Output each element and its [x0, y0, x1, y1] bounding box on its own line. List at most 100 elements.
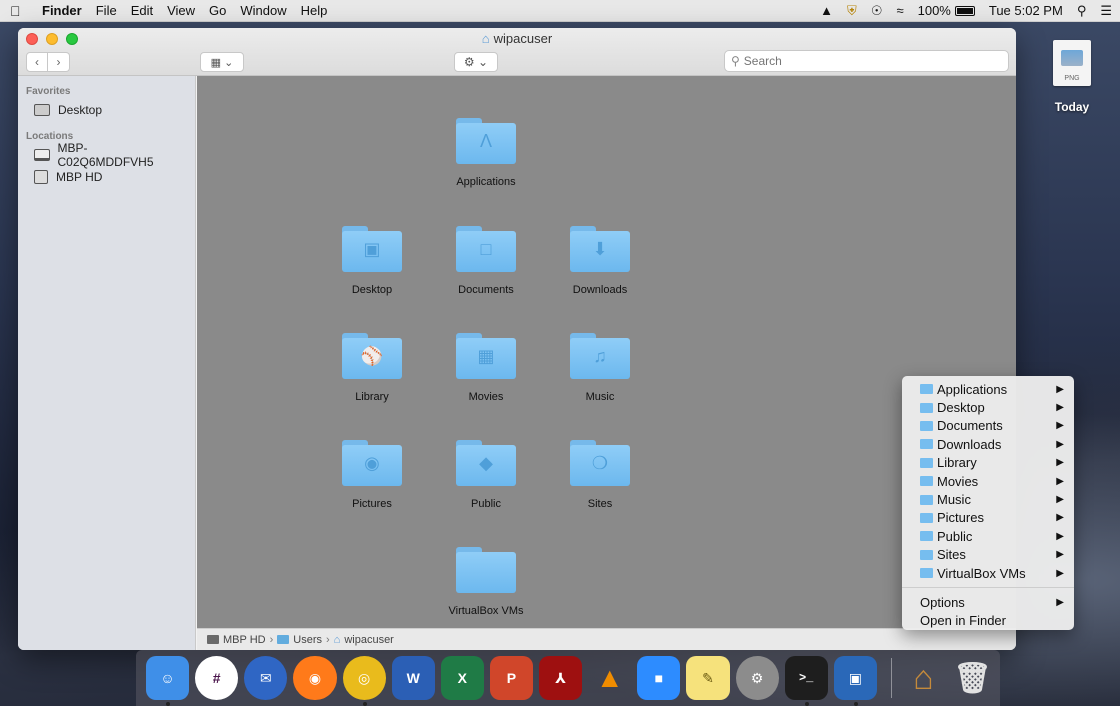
menu-edit[interactable]: Edit — [131, 3, 153, 18]
downloads-icon: ⬇ — [592, 239, 608, 259]
sidebar-item-desktop[interactable]: Desktop — [18, 99, 195, 121]
folder-icon — [920, 420, 933, 431]
dock-thunderbird-icon[interactable]: ✉ — [244, 656, 288, 700]
notification-center-icon[interactable]: ☰ — [1100, 3, 1112, 19]
dock-system-preferences-icon[interactable]: ⚙ — [735, 656, 779, 700]
home-folder-icon: ⌂ — [481, 31, 490, 46]
path-item-wipacuser[interactable]: wipacuser — [344, 634, 394, 646]
menu-item-music[interactable]: Music ▶ — [902, 490, 1074, 508]
menu-app-name[interactable]: Finder — [42, 3, 82, 18]
finder-window: ⌂ wipacuser ‹ › ▦ ⌄ ⚙ ⌄ ⚲ Favorites Deskt… — [18, 28, 1016, 650]
folder-desktop[interactable]: ▣ Desktop — [317, 226, 427, 296]
forward-button[interactable]: › — [48, 52, 70, 72]
submenu-arrow-icon: ▶ — [1056, 530, 1064, 542]
folder-icon — [920, 402, 933, 413]
apple-menu-icon[interactable]:  — [10, 3, 28, 19]
folder-pictures[interactable]: ◉ Pictures — [317, 440, 427, 510]
music-icon: ♫ — [593, 346, 607, 366]
search-field[interactable]: ⚲ — [724, 50, 1009, 72]
file-ext: PNG — [1064, 75, 1080, 82]
search-icon: ⚲ — [731, 54, 740, 68]
action-menu-button[interactable]: ⚙ ⌄ — [454, 52, 498, 72]
dock-powerpoint-icon[interactable]: P — [489, 656, 533, 700]
menu-item-virtualbox-vms[interactable]: VirtualBox VMs ▶ — [902, 564, 1074, 582]
dock-virtualbox-icon[interactable]: ▣ — [833, 656, 877, 706]
menu-item-applications[interactable]: Applications ▶ — [902, 380, 1074, 398]
hard-disk-icon — [207, 635, 219, 644]
menu-item-sites[interactable]: Sites ▶ — [902, 546, 1074, 564]
folder-public[interactable]: ◆ Public — [431, 440, 541, 510]
menu-help[interactable]: Help — [301, 3, 328, 18]
shield-icon[interactable]: ⛨ — [847, 3, 857, 19]
flame-icon[interactable]: ▲ — [820, 3, 833, 18]
submenu-arrow-icon: ▶ — [1056, 549, 1064, 561]
battery-status[interactable]: 100% — [918, 3, 975, 18]
gear-icon: ⚙ — [463, 55, 475, 69]
dock-chrome-icon[interactable]: ◎ — [342, 656, 386, 706]
menu-go[interactable]: Go — [209, 3, 226, 18]
submenu-arrow-icon: ▶ — [1056, 512, 1064, 524]
folder-virtualbox-vms[interactable]: VirtualBox VMs — [431, 547, 541, 617]
folder-library[interactable]: ⚾ Library — [317, 333, 427, 403]
menu-item-open-in-finder[interactable]: Open in Finder — [902, 612, 1074, 630]
menu-clock[interactable]: Tue 5:02 PM — [989, 3, 1063, 18]
menu-item-downloads[interactable]: Downloads ▶ — [902, 435, 1074, 453]
back-button[interactable]: ‹ — [26, 52, 48, 72]
laptop-icon — [34, 149, 50, 161]
dock-firefox-icon[interactable]: ◉ — [293, 656, 337, 700]
menu-window[interactable]: Window — [240, 3, 286, 18]
dock-folder-menu: Applications ▶ Desktop ▶ Documents ▶ Downlo… — [902, 376, 1074, 630]
dock-stickies-icon[interactable]: ✎ — [686, 656, 730, 700]
menu-item-public[interactable]: Public ▶ — [902, 527, 1074, 545]
public-icon: ◆ — [479, 453, 493, 473]
folder-music[interactable]: ♫ Music — [545, 333, 655, 403]
sidebar-item-mbp-hd[interactable]: MBP HD — [18, 166, 195, 188]
grid-view-icon: ▦ — [210, 56, 222, 69]
path-item-mbp-hd[interactable]: MBP HD — [223, 634, 266, 646]
spotlight-search-icon[interactable]: ⚲ — [1077, 3, 1087, 19]
spiral-icon[interactable]: ☉ — [871, 3, 883, 19]
dock-trash-icon[interactable]: 🗑 — [951, 656, 994, 700]
menu-item-movies[interactable]: Movies ▶ — [902, 472, 1074, 490]
dock-home-folder-icon[interactable]: ⌂ — [902, 656, 945, 700]
menu-item-documents[interactable]: Documents ▶ — [902, 417, 1074, 435]
folder-sites[interactable]: ❍ Sites — [545, 440, 655, 510]
menu-item-desktop[interactable]: Desktop ▶ — [902, 398, 1074, 416]
hard-disk-icon — [34, 170, 48, 184]
chevron-right-icon: › — [269, 633, 274, 646]
folder-icon — [920, 549, 933, 560]
dock-finder-icon[interactable]: ☺ — [146, 656, 190, 706]
menu-bar:  Finder File Edit View Go Window Help ▲… — [0, 0, 1120, 22]
battery-percent: 100% — [917, 3, 951, 18]
apps-icon: Λ — [479, 131, 493, 151]
sidebar-item-computer[interactable]: MBP-C02Q6MDDFVH5 — [18, 141, 195, 169]
wifi-icon[interactable]: ≈ — [896, 3, 903, 18]
folder-documents[interactable]: □ Documents — [431, 226, 541, 296]
dock-zoom-icon[interactable]: ■ — [637, 656, 681, 700]
path-item-users[interactable]: Users — [293, 634, 322, 646]
menu-file[interactable]: File — [96, 3, 117, 18]
documents-icon: □ — [480, 239, 492, 259]
dock-acrobat-icon[interactable]: ⅄ — [539, 656, 583, 700]
dock-slack-icon[interactable]: # — [195, 656, 239, 700]
dock-vlc-icon[interactable]: ▲ — [588, 656, 631, 700]
folder-movies[interactable]: ▦ Movies — [431, 333, 541, 403]
view-options-button[interactable]: ▦ ⌄ — [200, 52, 244, 72]
dock-excel-icon[interactable]: X — [440, 656, 484, 700]
chevron-down-icon: ⌄ — [224, 56, 234, 69]
dock-divider — [890, 658, 892, 698]
search-input[interactable] — [743, 54, 994, 68]
folder-applications[interactable]: Λ Applications — [431, 118, 541, 188]
menu-view[interactable]: View — [167, 3, 195, 18]
dock-word-icon[interactable]: W — [391, 656, 435, 700]
path-bar: MBP HD › Users › ⌂ wipacuser — [197, 628, 1016, 650]
folder-icon — [920, 476, 933, 487]
menu-item-library[interactable]: Library ▶ — [902, 454, 1074, 472]
folder-icon — [920, 384, 933, 395]
menu-item-pictures[interactable]: Pictures ▶ — [902, 509, 1074, 527]
dock-terminal-icon[interactable]: >_ — [784, 656, 828, 706]
sidebar-heading-favorites: Favorites — [26, 86, 71, 97]
desktop-file-today[interactable]: PNG Today — [1040, 40, 1104, 114]
folder-downloads[interactable]: ⬇ Downloads — [545, 226, 655, 296]
menu-item-options[interactable]: Options ▶ — [902, 593, 1074, 611]
